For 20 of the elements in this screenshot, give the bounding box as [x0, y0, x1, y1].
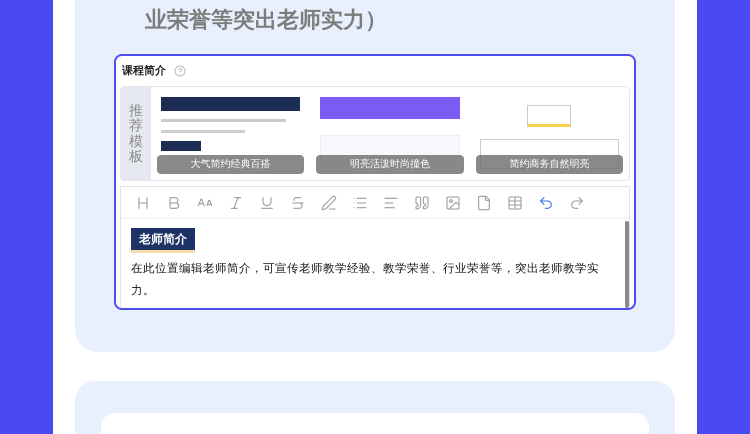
template-caption[interactable]: 明亮活泼时尚撞色: [316, 155, 464, 174]
templates-label: 推荐模板: [121, 87, 151, 180]
content-heading: 老师简介: [131, 228, 195, 253]
strikethrough-icon[interactable]: [290, 194, 306, 210]
underline-icon[interactable]: [259, 194, 275, 210]
redo-icon[interactable]: [569, 194, 585, 210]
editor-label: 课程简介: [122, 64, 166, 79]
pen-icon[interactable]: [321, 194, 337, 210]
file-icon[interactable]: [476, 194, 492, 210]
template-caption[interactable]: 大气简约经典百搭: [157, 155, 304, 174]
table-icon[interactable]: [507, 194, 523, 210]
undo-icon[interactable]: [538, 194, 554, 210]
italic-icon[interactable]: [228, 194, 244, 210]
section-title: 业荣誉等突出老师实力）: [144, 6, 388, 34]
content-paragraph: 在此位置编辑老师简介，可宣传老师教学经验、教学荣誉、行业荣誉等，突出老师教学实力。: [131, 261, 600, 299]
help-icon[interactable]: [174, 65, 186, 77]
image-icon[interactable]: [445, 194, 461, 210]
template-caption[interactable]: 简约商务自然明亮: [476, 155, 623, 174]
scrollbar[interactable]: [625, 221, 629, 308]
quote-icon[interactable]: [414, 194, 430, 210]
